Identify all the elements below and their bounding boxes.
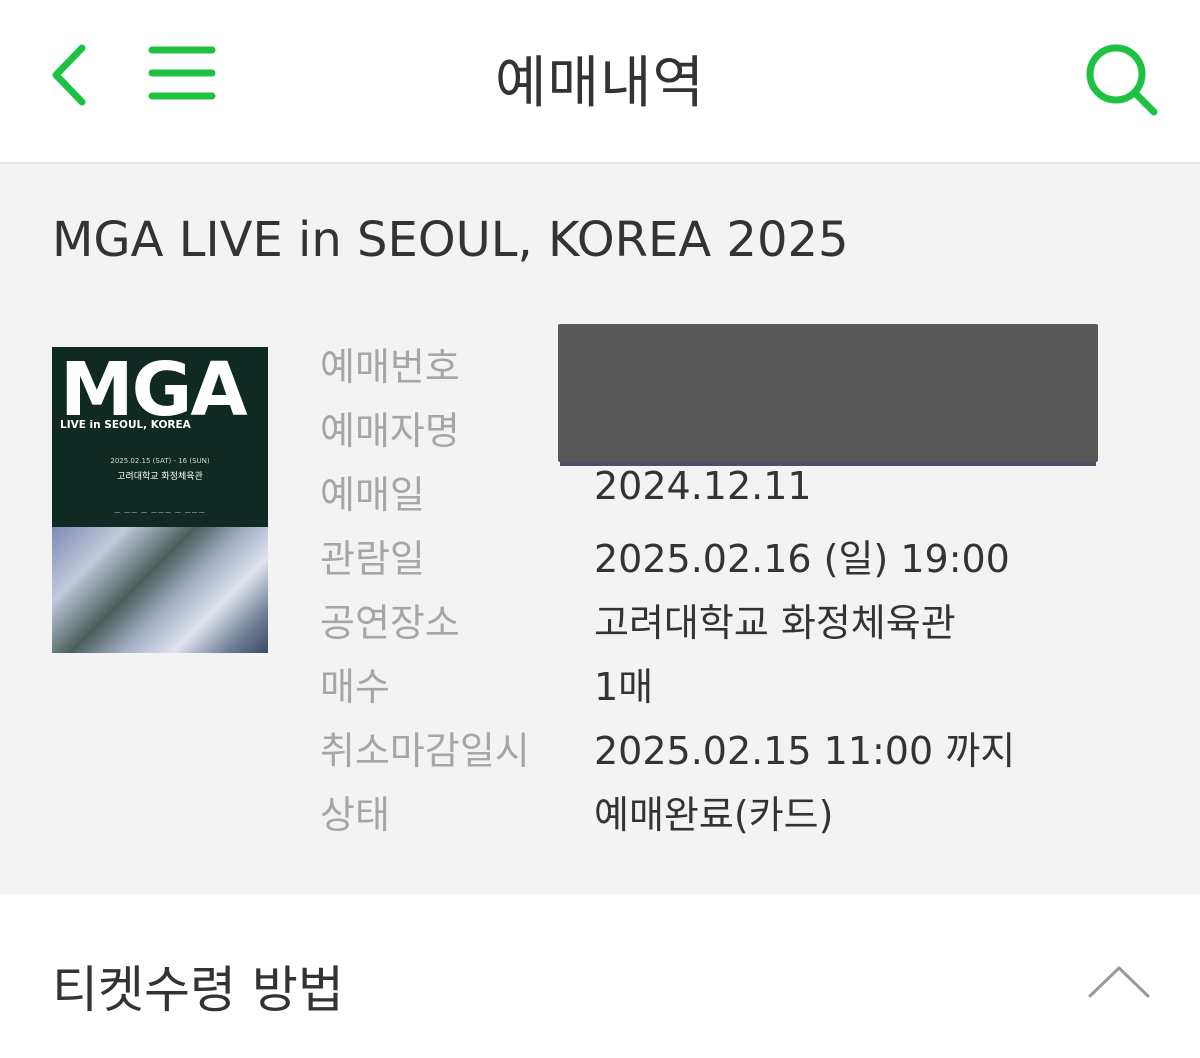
label-viewing-date: 관람일: [320, 537, 425, 581]
event-poster: MGA LIVE in SEOUL, KOREA 2025.02.15 (SAT…: [52, 347, 268, 653]
label-booker-name: 예매자명: [320, 409, 460, 453]
event-title: MGA LIVE in SEOUL, KOREA 2025: [52, 212, 849, 268]
label-cancel-deadline: 취소마감일시: [320, 729, 530, 773]
poster-date: 2025.02.15 (SAT) - 16 (SUN): [110, 457, 210, 465]
value-booking-date: 2024.12.11: [594, 464, 812, 508]
ticket-receipt-section[interactable]: 티켓수령 방법: [0, 894, 1200, 1058]
poster-logo: MGA: [60, 347, 248, 433]
search-icon: [1086, 44, 1158, 116]
value-status: 예매완료(카드): [594, 793, 834, 837]
label-booking-number: 예매번호: [320, 345, 460, 389]
poster-artwork: [52, 527, 268, 653]
redaction-block: [558, 324, 1098, 462]
label-booking-date: 예매일: [320, 473, 425, 517]
page-title: 예매내역: [494, 51, 706, 116]
value-cancel-deadline: 2025.02.15 11:00 까지: [594, 729, 1016, 773]
chevron-up-icon: [1088, 966, 1150, 998]
value-viewing-date: 2025.02.16 (일) 19:00: [594, 537, 1010, 581]
poster-venue: 고려대학교 화정체육관: [117, 472, 203, 482]
booking-details-panel: MGA LIVE in SEOUL, KOREA 2025 MGA LIVE i…: [0, 164, 1200, 894]
label-ticket-count: 매수: [320, 665, 390, 709]
top-bar: 예매내역: [0, 0, 1200, 164]
value-ticket-count: 1매: [594, 665, 654, 709]
search-button[interactable]: [1082, 40, 1162, 120]
collapse-toggle-button[interactable]: [1084, 956, 1154, 1006]
value-venue: 고려대학교 화정체육관: [594, 601, 956, 645]
label-venue: 공연장소: [320, 601, 460, 645]
poster-sponsors: — —— — ——— — ———: [114, 509, 206, 516]
ticket-receipt-title: 티켓수령 방법: [52, 961, 344, 1019]
poster-subtitle: LIVE in SEOUL, KOREA: [60, 419, 191, 431]
label-status: 상태: [320, 793, 390, 837]
